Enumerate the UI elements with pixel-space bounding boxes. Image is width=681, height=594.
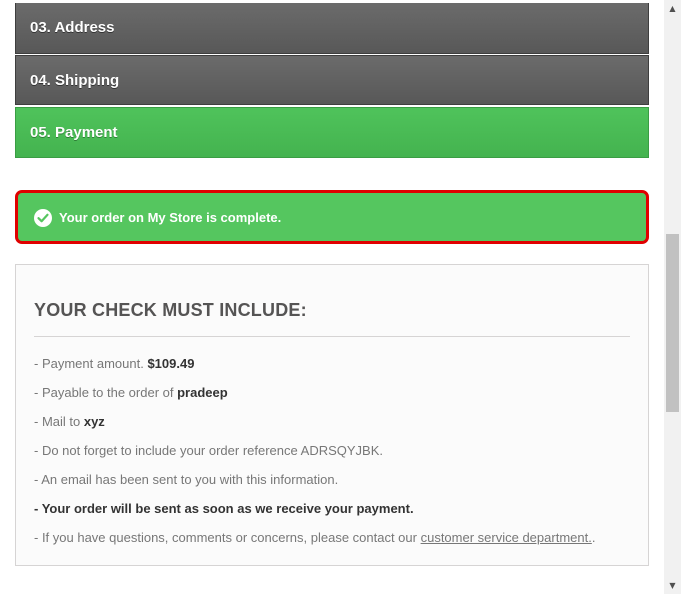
order-sent-text: Your order will be sent as soon as we re… — [41, 501, 414, 516]
payment-amount-label: - Payment amount. — [34, 356, 148, 371]
scrollbar-thumb[interactable] — [666, 234, 679, 412]
scroll-up-arrow-icon[interactable]: ▲ — [664, 0, 681, 17]
payable-to-label: - Payable to the order of — [34, 385, 178, 400]
step-address-label: 03. Address — [30, 19, 115, 36]
step-payment[interactable]: 05. Payment — [15, 107, 649, 158]
step-shipping-label: 04. Shipping — [30, 72, 120, 89]
step-payment-label: 05. Payment — [30, 124, 118, 141]
check-circle-icon — [34, 209, 52, 227]
contact-suffix: . — [591, 530, 596, 545]
scroll-down-arrow-icon[interactable]: ▼ — [664, 577, 681, 594]
email-sent-line: - An email has been sent to you with thi… — [34, 472, 339, 487]
customer-service-link[interactable]: customer service department. — [421, 530, 592, 545]
page-viewport: 03. Address 04. Shipping 05. Payment You… — [0, 0, 664, 594]
contact-line: - If you have questions, comments or con… — [34, 530, 595, 545]
contact-text: - If you have questions, comments or con… — [34, 530, 421, 545]
step-address[interactable]: 03. Address — [15, 3, 649, 54]
step-shipping[interactable]: 04. Shipping — [15, 55, 649, 105]
check-instructions-box: YOUR CHECK MUST INCLUDE: - Payment amoun… — [15, 264, 649, 566]
order-complete-alert: Your order on My Store is complete. — [15, 190, 649, 244]
payment-amount-value: $109.49 — [147, 356, 195, 371]
order-sent-prefix: - — [34, 501, 42, 516]
vertical-scrollbar[interactable]: ▲ ▼ — [664, 0, 681, 594]
order-complete-message: Your order on My Store is complete. — [59, 210, 282, 225]
order-reference-line: - Do not forget to include your order re… — [34, 443, 384, 458]
payment-amount-line: - Payment amount. $109.49 — [34, 356, 194, 371]
order-sent-line: - Your order will be sent as soon as we … — [34, 501, 414, 516]
mail-to-label: - Mail to — [34, 414, 84, 429]
divider — [34, 336, 630, 337]
mail-to-value: xyz — [83, 414, 105, 429]
payable-to-line: - Payable to the order of pradeep — [34, 385, 228, 400]
check-instructions-title: YOUR CHECK MUST INCLUDE: — [34, 300, 307, 320]
mail-to-line: - Mail to xyz — [34, 414, 105, 429]
payable-to-value: pradeep — [177, 385, 228, 400]
